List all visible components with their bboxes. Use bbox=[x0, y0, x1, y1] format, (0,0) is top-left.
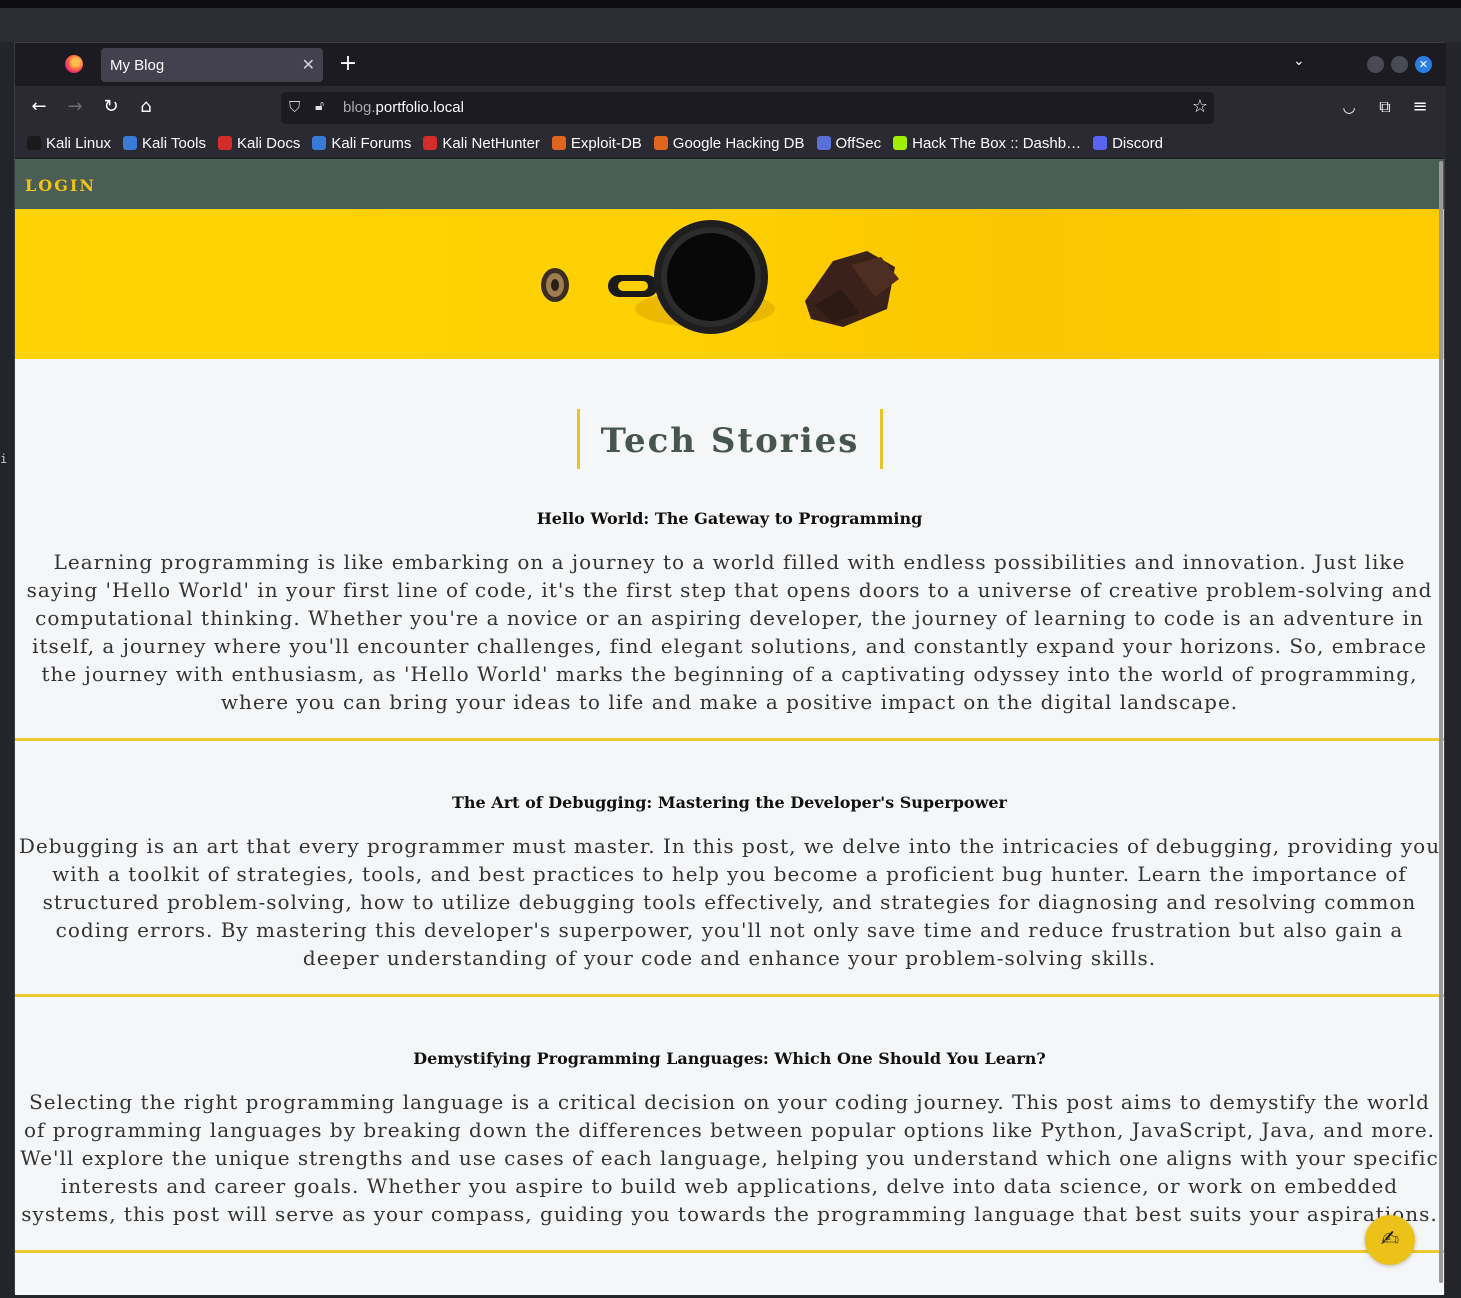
url-domain: portfolio.local bbox=[375, 99, 464, 116]
pinecone-decoration bbox=[541, 268, 569, 302]
post-body: Selecting the right programming language… bbox=[20, 1090, 1439, 1226]
page-heading-frame: Tech Stories bbox=[577, 409, 883, 469]
bookmark-label: Discord bbox=[1112, 134, 1163, 152]
address-bar[interactable]: ⛉ 🔓︎ blog.portfolio.local ☆ bbox=[281, 92, 1214, 124]
bookmark-item[interactable]: Exploit-DB bbox=[551, 134, 642, 152]
nethunter-icon bbox=[423, 136, 438, 150]
kali-dragon-icon bbox=[27, 136, 41, 150]
bookmark-star-icon[interactable]: ☆ bbox=[1192, 96, 1208, 117]
discord-icon bbox=[1093, 136, 1108, 150]
bookmark-label: Exploit-DB bbox=[570, 134, 642, 152]
page-viewport: LOGIN Tech Stories Hello World: The Gate… bbox=[15, 159, 1444, 1295]
bookmark-item[interactable]: Discord bbox=[1093, 135, 1163, 152]
bookmark-label: Kali Forums bbox=[331, 134, 412, 152]
post-title: Hello World: The Gateway to Programming bbox=[536, 509, 923, 528]
tracking-shield-icon[interactable]: ⛉ bbox=[289, 98, 300, 116]
forward-arrow-icon[interactable]: → bbox=[63, 95, 87, 119]
bookmark-item[interactable]: Kali Docs bbox=[217, 134, 301, 152]
bookmark-label: OffSec bbox=[835, 134, 882, 152]
ghdb-icon bbox=[653, 136, 668, 150]
post-body: Learning programming is like embarking o… bbox=[26, 550, 1433, 714]
home-icon[interactable]: ⌂ bbox=[134, 95, 158, 119]
back-arrow-icon[interactable]: ← bbox=[27, 95, 51, 119]
chocolate-pieces bbox=[805, 251, 899, 327]
bookmarks-toolbar: Kali Linux Kali Tools Kali Docs Kali Forums… bbox=[15, 128, 1446, 158]
desktop-top-panel bbox=[0, 0, 1461, 8]
new-tab-icon[interactable]: + bbox=[335, 51, 361, 76]
desktop-strip bbox=[0, 8, 1461, 42]
tab-strip: My Blog ✕ + ⌄ ✕ bbox=[15, 43, 1446, 86]
post-title: Demystifying Programming Languages: Whic… bbox=[413, 1049, 1046, 1068]
bookmark-item[interactable]: Hack The Box :: Dashb… bbox=[893, 135, 1081, 152]
post-body: Debugging is an art that every programme… bbox=[18, 834, 1441, 970]
pen-writing-icon: ✍ bbox=[1380, 1227, 1400, 1252]
pocket-icon[interactable]: ◡ bbox=[1337, 95, 1361, 119]
maximize-window-button[interactable] bbox=[1391, 56, 1408, 73]
navigation-toolbar: ← → ↻ ⌂ ⛉ 🔓︎ blog.portfolio.local ☆ ◡ ⧉ … bbox=[15, 86, 1446, 128]
url-text[interactable]: blog.portfolio.local bbox=[343, 99, 464, 116]
desktop-terminal-fragment: i bbox=[0, 452, 8, 466]
list-all-tabs-chevron-icon[interactable]: ⌄ bbox=[1293, 53, 1305, 69]
tab-my-blog[interactable]: My Blog ✕ bbox=[101, 48, 323, 82]
browser-window: My Blog ✕ + ⌄ ✕ ← → ↻ ⌂ ⛉ 🔓︎ blog.portfo… bbox=[14, 42, 1446, 1295]
reload-icon[interactable]: ↻ bbox=[99, 95, 123, 119]
kali-tools-icon bbox=[123, 136, 138, 150]
bookmark-label: Kali Linux bbox=[46, 134, 112, 152]
menu-hamburger-icon[interactable]: ≡ bbox=[1408, 95, 1432, 119]
page-title: Tech Stories bbox=[600, 421, 860, 461]
hero-coffee-illustration bbox=[541, 220, 899, 334]
bookmark-label: Hack The Box :: Dashb… bbox=[912, 134, 1082, 152]
bookmark-label: Kali Tools bbox=[142, 134, 206, 152]
bookmark-label: Kali Docs bbox=[236, 134, 301, 152]
bookmark-item[interactable]: Kali NetHunter bbox=[423, 135, 540, 152]
bookmark-item[interactable]: Kali Tools bbox=[123, 135, 206, 152]
hero-banner-image bbox=[15, 209, 1444, 359]
post-title: The Art of Debugging: Mastering the Deve… bbox=[452, 793, 1007, 812]
bookmark-item[interactable]: Kali Linux bbox=[27, 135, 111, 152]
bookmark-item[interactable]: Google Hacking DB bbox=[653, 134, 805, 152]
blog-post: Hello World: The Gateway to Programming … bbox=[15, 509, 1444, 741]
bookmark-label: Kali NetHunter bbox=[442, 134, 540, 152]
tab-title: My Blog bbox=[110, 57, 165, 74]
write-post-button[interactable]: ✍ bbox=[1365, 1215, 1415, 1265]
tab-close-icon[interactable]: ✕ bbox=[302, 55, 315, 74]
extensions-puzzle-icon[interactable]: ⧉ bbox=[1373, 95, 1397, 119]
bookmark-item[interactable]: OffSec bbox=[816, 134, 882, 152]
exploit-db-icon bbox=[551, 136, 566, 150]
htb-cube-icon bbox=[893, 136, 908, 150]
bookmark-label: Google Hacking DB bbox=[672, 134, 805, 152]
minimize-window-button[interactable] bbox=[1367, 56, 1384, 73]
blog-post: Demystifying Programming Languages: Whic… bbox=[15, 1049, 1444, 1253]
bookmark-item[interactable]: Kali Forums bbox=[312, 135, 411, 152]
offsec-icon bbox=[816, 136, 831, 150]
close-window-button[interactable]: ✕ bbox=[1415, 56, 1432, 73]
insecure-lock-icon[interactable]: 🔓︎ bbox=[315, 98, 324, 114]
page-scrollbar[interactable] bbox=[1439, 161, 1443, 1283]
url-subdomain: blog. bbox=[343, 99, 376, 116]
firefox-logo-icon bbox=[65, 55, 83, 73]
kali-docs-icon bbox=[217, 136, 232, 150]
site-navbar: LOGIN bbox=[15, 159, 1444, 209]
login-link[interactable]: LOGIN bbox=[25, 176, 96, 195]
kali-forums-icon bbox=[312, 136, 327, 150]
blog-post: The Art of Debugging: Mastering the Deve… bbox=[15, 793, 1444, 997]
